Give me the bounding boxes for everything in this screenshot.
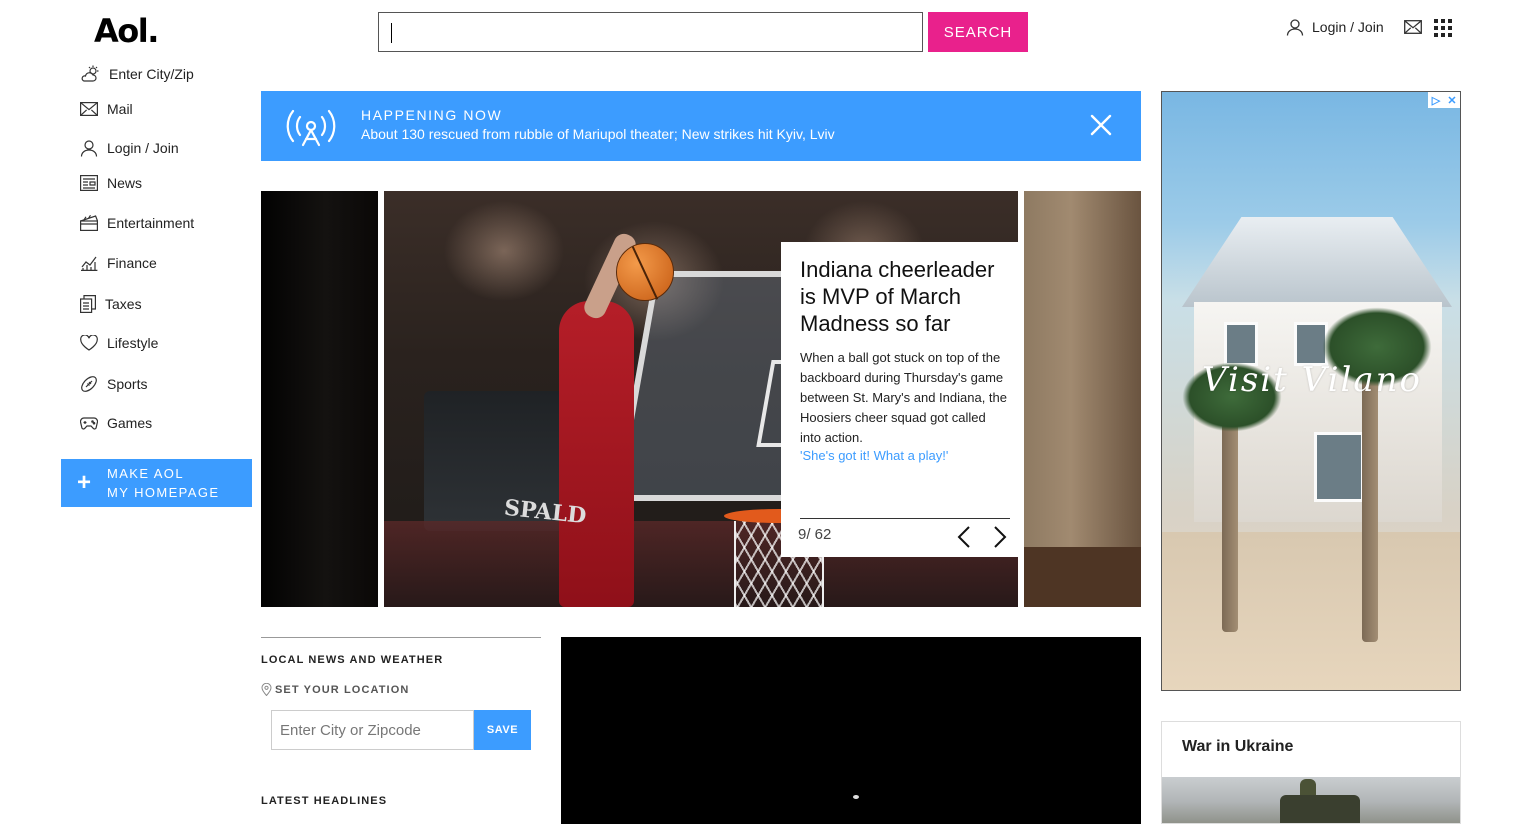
sidebar-item-news[interactable]: News <box>80 175 142 191</box>
adchoices-icon[interactable]: ▷ <box>1428 92 1444 108</box>
sidebar-item-label: Enter City/Zip <box>109 66 194 82</box>
loading-indicator <box>853 795 859 799</box>
happening-now-banner[interactable]: HAPPENING NOW About 130 rescued from rub… <box>261 91 1141 161</box>
sidebar-item-sports[interactable]: Sports <box>80 375 147 393</box>
latest-headlines-heading: LATEST HEADLINES <box>261 795 388 807</box>
clapperboard-icon <box>80 215 98 231</box>
sidebar-item-label: Finance <box>107 255 157 271</box>
weather-icon <box>81 65 99 82</box>
sidebar-item-lifestyle[interactable]: Lifestyle <box>80 335 158 351</box>
carousel-title[interactable]: Indiana cheerleader is MVP of March Madn… <box>800 256 1012 337</box>
sidebar-item-label: Entertainment <box>107 215 195 231</box>
sidebar-item-finance[interactable]: Finance <box>80 255 157 271</box>
header-login-link[interactable]: Login / Join <box>1286 18 1384 36</box>
close-ad-icon[interactable]: ✕ <box>1444 92 1460 108</box>
ad-house-roof <box>1182 217 1452 307</box>
sidebar-item-label: Taxes <box>105 296 142 312</box>
advertisement[interactable]: Visit Vilano ▷ ✕ <box>1161 91 1461 691</box>
sidebar-item-label: Lifestyle <box>107 335 159 351</box>
search-input[interactable] <box>379 13 922 51</box>
image-tank <box>1280 795 1360 823</box>
chart-icon <box>81 256 98 271</box>
user-icon <box>1286 19 1304 36</box>
documents-icon <box>80 295 96 313</box>
sidebar-item-label: Mail <box>107 101 133 117</box>
header-mail-button[interactable] <box>1404 20 1422 39</box>
sidebar-item-label: News <box>107 175 143 191</box>
carousel-card: Indiana cheerleader is MVP of March Madn… <box>781 242 1018 557</box>
sidebar-item-login[interactable]: Login / Join <box>80 139 179 157</box>
header-login-label: Login / Join <box>1312 19 1384 35</box>
set-location-link[interactable]: SET YOUR LOCATION <box>261 683 409 696</box>
make-homepage-button[interactable]: + MAKE AOL MY HOMEPAGE <box>61 459 252 507</box>
sidebar-item-mail[interactable]: Mail <box>80 101 133 117</box>
card-divider <box>800 518 1010 519</box>
aol-logo[interactable]: Aol. <box>94 12 159 50</box>
slide-counter: 9/ 62 <box>798 526 832 543</box>
mail-icon <box>80 102 98 116</box>
make-homepage-label: MAKE AOL MY HOMEPAGE <box>107 466 220 500</box>
carousel-slide-next[interactable] <box>1024 191 1141 607</box>
basketball-image <box>616 243 674 301</box>
ad-ground <box>1162 532 1460 690</box>
local-news-section: LOCAL NEWS AND WEATHER SET YOUR LOCATION… <box>261 637 541 807</box>
search-box[interactable] <box>378 12 923 52</box>
war-card-title[interactable]: War in Ukraine <box>1182 738 1293 756</box>
banner-tag: HAPPENING NOW <box>361 107 503 123</box>
football-icon <box>81 376 97 392</box>
user-icon <box>80 140 98 157</box>
chevron-right-icon[interactable] <box>993 525 1007 549</box>
sidebar-item-label: Login / Join <box>107 140 179 156</box>
heart-icon <box>80 335 98 351</box>
sidebar-item-label: Games <box>107 415 153 431</box>
war-in-ukraine-card[interactable]: War in Ukraine <box>1161 721 1461 824</box>
sidebar-item-weather[interactable]: Enter City/Zip <box>80 65 194 83</box>
sidebar-item-games[interactable]: Games <box>80 415 152 431</box>
search-button[interactable]: SEARCH <box>928 12 1028 52</box>
sidebar-item-entertainment[interactable]: Entertainment <box>80 215 194 231</box>
apps-grid-icon[interactable] <box>1434 19 1452 37</box>
location-pin-icon <box>261 683 272 696</box>
broadcast-icon <box>286 109 336 147</box>
war-card-image[interactable] <box>1162 777 1460 823</box>
image-cheerleader <box>559 230 639 607</box>
zipcode-input[interactable] <box>271 710 474 750</box>
carousel-link[interactable]: 'She's got it! What a play!' <box>800 448 948 463</box>
adchoices[interactable]: ▷ ✕ <box>1428 92 1460 108</box>
sidebar-item-label: Sports <box>107 376 148 392</box>
carousel-slide-previous[interactable] <box>261 191 378 607</box>
video-player[interactable] <box>561 637 1141 824</box>
save-button[interactable]: SAVE <box>474 710 531 750</box>
chevron-left-icon[interactable] <box>957 525 971 549</box>
carousel-description: When a ball got stuck on top of the back… <box>800 350 1007 445</box>
news-icon <box>80 175 98 191</box>
local-news-heading: LOCAL NEWS AND WEATHER <box>261 654 444 666</box>
mail-icon <box>1404 20 1422 34</box>
banner-headline[interactable]: About 130 rescued from rubble of Mariupo… <box>361 126 835 142</box>
gamepad-icon <box>80 417 98 430</box>
ad-overlay-text: Visit Vilano <box>1202 360 1422 400</box>
close-icon[interactable] <box>1089 113 1113 137</box>
sidebar-item-taxes[interactable]: Taxes <box>80 295 142 313</box>
plus-icon: + <box>76 469 91 496</box>
